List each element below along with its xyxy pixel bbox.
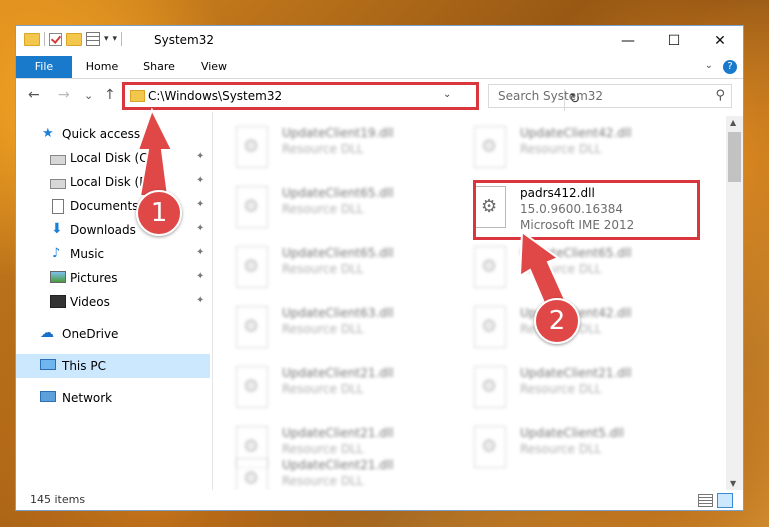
step-2-badge: 2 <box>534 298 580 344</box>
step-1-badge: 1 <box>136 190 182 236</box>
annotation-arrows <box>136 107 568 314</box>
arrow-1 <box>136 107 174 197</box>
